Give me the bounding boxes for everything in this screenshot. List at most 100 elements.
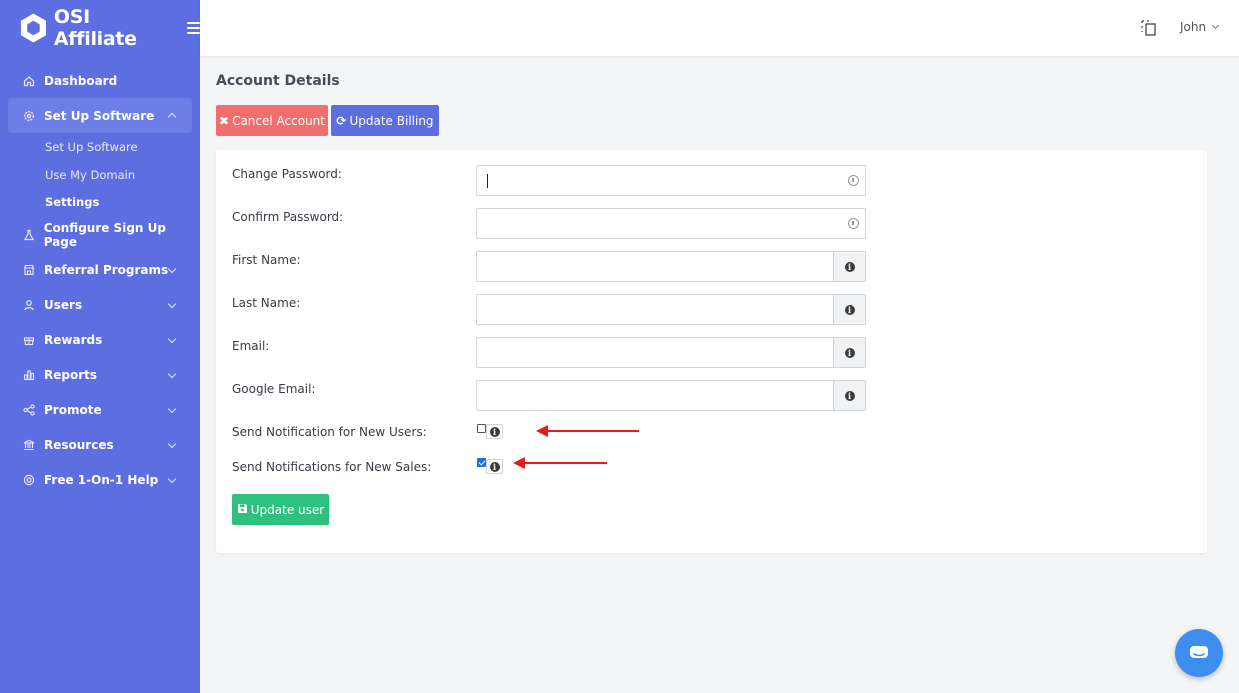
first-name-field[interactable]: i [476, 251, 866, 282]
sidebar-item-label: Reports [44, 368, 98, 382]
sidebar-item-rewards[interactable]: Rewards [0, 323, 200, 358]
info-icon: i [844, 261, 855, 272]
sidebar-item-promote[interactable]: Promote [0, 393, 200, 428]
sidebar-item-label: Dashboard [44, 73, 118, 88]
hamburger-menu-icon[interactable] [186, 19, 200, 37]
notify-new-users-checkbox[interactable] [477, 424, 486, 433]
brand: OSI Affiliate [0, 0, 200, 56]
user-name: John [1180, 20, 1207, 34]
chevron-down-icon [167, 334, 177, 343]
hexagon-logo-icon[interactable] [19, 12, 48, 44]
share-icon [22, 403, 36, 417]
sidebar-item-label: Resources [44, 438, 114, 452]
change-password-input[interactable] [477, 166, 865, 195]
chat-widget-button[interactable] [1175, 629, 1223, 677]
sidebar-item-dashboard[interactable]: Dashboard [0, 63, 200, 98]
sidebar-item-label: Set Up Software [44, 108, 155, 123]
update-billing-label: Update Billing [349, 113, 434, 128]
first-name-label: First Name: [232, 253, 301, 267]
chevron-up-icon [167, 112, 177, 122]
chevron-down-icon [167, 474, 177, 483]
store-icon [22, 263, 36, 277]
info-icon: i [844, 304, 855, 315]
account-form-card: Change Password: Confirm Password: First… [216, 150, 1207, 553]
save-icon [237, 503, 248, 517]
bar-chart-icon [22, 368, 36, 382]
notify-new-users-info[interactable]: i [486, 424, 503, 439]
annotation-arrow [513, 457, 607, 469]
refresh-icon: ⟳ [336, 113, 347, 128]
chevron-down-icon [167, 264, 177, 273]
notify-new-sales-info[interactable]: i [486, 459, 503, 474]
email-label: Email: [232, 339, 270, 353]
sidebar-item-referral-programs[interactable]: Referral Programs [0, 253, 200, 288]
cancel-account-label: Cancel Account [232, 113, 325, 128]
topbar: John [200, 0, 1239, 56]
brand-name[interactable]: OSI Affiliate [54, 6, 175, 50]
sidebar: OSI Affiliate Dashboard Set Up Software … [0, 0, 200, 693]
sidebar-item-configure-sign-up-page[interactable]: Configure Sign Up Page [0, 218, 200, 253]
email-input[interactable] [477, 338, 865, 367]
sidebar-item-label: Promote [44, 403, 102, 417]
confirm-password-label: Confirm Password: [232, 210, 344, 224]
sidebar-item-reports[interactable]: Reports [0, 358, 200, 393]
email-field[interactable]: i [476, 337, 866, 368]
chat-icon [1190, 646, 1208, 658]
info-icon: i [489, 461, 500, 472]
gear-icon [22, 109, 36, 123]
sidebar-item-set-up-software[interactable]: Set Up Software [8, 98, 192, 133]
sidebar-item-label: Rewards [44, 333, 103, 347]
password-manager-icon[interactable] [848, 175, 859, 186]
submenu-item-use-my-domain[interactable]: Use My Domain [45, 163, 200, 191]
submenu-item-set-up-software[interactable]: Set Up Software [45, 135, 200, 163]
confirm-password-input[interactable] [477, 209, 865, 238]
chevron-down-icon [167, 404, 177, 413]
sidebar-item-label: Configure Sign Up Page [43, 221, 166, 249]
chevron-down-icon [167, 439, 177, 448]
cancel-account-button[interactable]: ✖ Cancel Account [216, 105, 328, 136]
notify-new-sales-checkbox[interactable] [477, 458, 486, 467]
change-password-field[interactable] [476, 165, 866, 196]
change-password-label: Change Password: [232, 167, 342, 181]
update-user-label: Update user [250, 502, 325, 517]
sidebar-submenu: Set Up Software Use My Domain Settings [0, 133, 200, 218]
notify-new-users-label: Send Notification for New Users: [232, 425, 427, 439]
password-manager-icon[interactable] [848, 218, 859, 229]
chevron-down-icon [167, 369, 177, 378]
chevron-down-icon [1212, 21, 1220, 30]
google-email-info-addon[interactable]: i [833, 381, 865, 410]
flask-icon [22, 228, 36, 242]
google-email-input[interactable] [477, 381, 865, 410]
notify-new-sales-label: Send Notifications for New Sales: [232, 460, 432, 474]
page-title: Account Details [216, 73, 340, 89]
update-billing-button[interactable]: ⟳ Update Billing [331, 105, 439, 136]
info-icon: i [844, 347, 855, 358]
update-user-button[interactable]: Update user [232, 494, 329, 525]
chevron-down-icon [167, 299, 177, 308]
last-name-info-addon[interactable]: i [833, 295, 865, 324]
sidebar-item-label: Users [44, 298, 83, 312]
sidebar-item-free-help[interactable]: Free 1-On-1 Help [0, 463, 200, 498]
submenu-item-settings[interactable]: Settings [45, 190, 200, 218]
first-name-input[interactable] [477, 252, 865, 281]
last-name-field[interactable]: i [476, 294, 866, 325]
home-icon [22, 74, 36, 88]
sidebar-item-resources[interactable]: Resources [0, 428, 200, 463]
fullscreen-icon[interactable] [1141, 20, 1157, 36]
last-name-label: Last Name: [232, 296, 301, 310]
sidebar-item-label: Referral Programs [44, 263, 169, 277]
info-icon: i [489, 426, 500, 437]
first-name-info-addon[interactable]: i [833, 252, 865, 281]
last-name-input[interactable] [477, 295, 865, 324]
text-cursor [487, 174, 488, 188]
sidebar-item-users[interactable]: Users [0, 288, 200, 323]
bank-icon [22, 438, 36, 452]
sidebar-item-label: Free 1-On-1 Help [44, 473, 159, 487]
email-info-addon[interactable]: i [833, 338, 865, 367]
user-menu[interactable]: John [1180, 20, 1220, 34]
close-icon: ✖ [219, 113, 230, 128]
google-email-field[interactable]: i [476, 380, 866, 411]
google-email-label: Google Email: [232, 382, 316, 396]
info-icon: i [844, 390, 855, 401]
confirm-password-field[interactable] [476, 208, 866, 239]
